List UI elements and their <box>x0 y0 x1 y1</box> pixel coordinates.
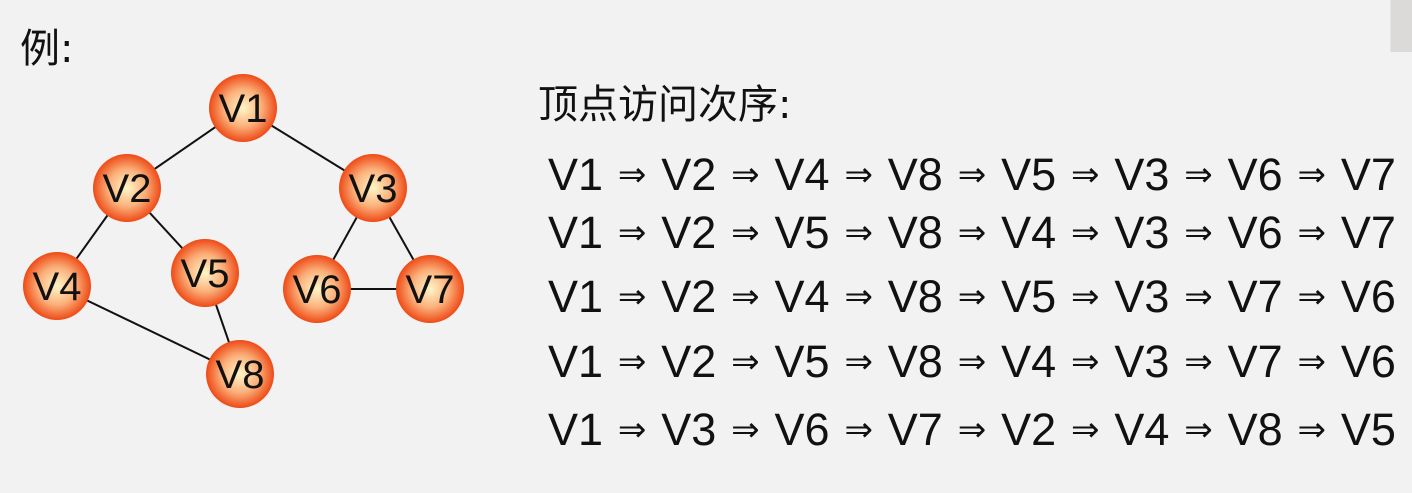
sequence-vertex: V6 <box>1227 207 1283 258</box>
arrow-icon: ⇒ <box>1184 342 1213 382</box>
arrow-icon: ⇒ <box>957 155 987 195</box>
arrow-icon: ⇒ <box>1297 213 1327 253</box>
node-V8: V8 <box>206 340 274 408</box>
node-label: V4 <box>33 265 82 309</box>
arrow-icon: ⇒ <box>844 410 873 450</box>
arrow-icon: ⇒ <box>731 277 760 317</box>
arrow-icon: ⇒ <box>1070 155 1100 195</box>
sequence-vertex: V2 <box>661 149 717 200</box>
sequence-vertex: V5 <box>1001 149 1057 200</box>
sequence-vertex: V8 <box>887 149 943 200</box>
node-V2: V2 <box>93 154 161 222</box>
sequence-vertex: V3 <box>1114 149 1170 200</box>
sequence-vertex: V1 <box>548 271 604 322</box>
visit-sequence-5: V1 ⇒ V3 ⇒ V6 ⇒ V7 ⇒ V2 ⇒ V4 ⇒ V8 ⇒ V5 <box>548 402 1396 458</box>
arrow-icon: ⇒ <box>844 155 873 195</box>
sequence-vertex: V7 <box>1340 149 1396 200</box>
sequence-vertex: V2 <box>661 336 717 387</box>
arrow-icon: ⇒ <box>731 155 760 195</box>
arrow-icon: ⇒ <box>1070 410 1100 450</box>
arrow-icon: ⇒ <box>957 277 987 317</box>
node-V7: V7 <box>396 255 464 323</box>
arrow-icon: ⇒ <box>1297 277 1327 317</box>
sequence-vertex: V6 <box>1340 336 1396 387</box>
arrow-icon: ⇒ <box>1184 410 1213 450</box>
arrow-icon: ⇒ <box>617 410 647 450</box>
sequence-vertex: V2 <box>661 207 717 258</box>
sequence-vertex: V4 <box>774 271 830 322</box>
node-V6: V6 <box>283 255 351 323</box>
sequence-vertex: V4 <box>1001 336 1057 387</box>
sequence-vertex: V4 <box>1114 404 1170 455</box>
node-V4: V4 <box>23 252 91 320</box>
node-V1: V1 <box>209 74 277 142</box>
arrow-icon: ⇒ <box>1070 213 1100 253</box>
arrow-icon: ⇒ <box>617 342 647 382</box>
sequence-vertex: V8 <box>887 271 943 322</box>
sequence-vertex: V7 <box>1227 336 1283 387</box>
visit-order-title: 顶点访问次序: <box>538 82 792 128</box>
sequence-vertex: V3 <box>661 404 717 455</box>
sequence-vertex: V5 <box>774 207 830 258</box>
arrow-icon: ⇒ <box>1184 213 1213 253</box>
node-label: V1 <box>219 87 268 131</box>
visit-sequence-2: V1 ⇒ V2 ⇒ V5 ⇒ V8 ⇒ V4 ⇒ V3 ⇒ V6 ⇒ V7 <box>548 205 1396 261</box>
node-label: V3 <box>349 167 398 211</box>
node-label: V7 <box>406 268 455 312</box>
arrow-icon: ⇒ <box>1297 342 1327 382</box>
sequence-vertex: V8 <box>1227 404 1283 455</box>
sequence-vertex: V6 <box>1227 149 1283 200</box>
arrow-icon: ⇒ <box>617 213 647 253</box>
visit-sequence-4: V1 ⇒ V2 ⇒ V5 ⇒ V8 ⇒ V4 ⇒ V3 ⇒ V7 ⇒ V6 <box>548 334 1396 390</box>
graph-diagram: V1 V2 V3 V4 V5 V6 V7 V8 <box>23 74 464 408</box>
arrow-icon: ⇒ <box>957 213 987 253</box>
sequence-vertex: V8 <box>887 207 943 258</box>
arrow-icon: ⇒ <box>1070 342 1100 382</box>
sequence-vertex: V1 <box>548 336 604 387</box>
arrow-icon: ⇒ <box>844 213 873 253</box>
arrow-icon: ⇒ <box>1184 155 1213 195</box>
arrow-icon: ⇒ <box>957 410 987 450</box>
sequence-vertex: V2 <box>1001 404 1057 455</box>
arrow-icon: ⇒ <box>617 277 647 317</box>
sequence-vertex: V3 <box>1114 271 1170 322</box>
node-V3: V3 <box>339 154 407 222</box>
arrow-icon: ⇒ <box>1184 277 1213 317</box>
sequence-vertex: V4 <box>774 149 830 200</box>
visit-sequence-1: V1 ⇒ V2 ⇒ V4 ⇒ V8 ⇒ V5 ⇒ V3 ⇒ V6 ⇒ V7 <box>548 147 1396 203</box>
sequence-vertex: V3 <box>1114 207 1170 258</box>
arrow-icon: ⇒ <box>731 342 760 382</box>
arrow-icon: ⇒ <box>1070 277 1100 317</box>
arrow-icon: ⇒ <box>957 342 987 382</box>
sequence-vertex: V7 <box>887 404 943 455</box>
node-label: V8 <box>216 353 265 397</box>
sequence-vertex: V3 <box>1114 336 1170 387</box>
sequence-vertex: V5 <box>774 336 830 387</box>
arrow-icon: ⇒ <box>844 342 873 382</box>
sequence-vertex: V2 <box>661 271 717 322</box>
sequence-vertex: V6 <box>774 404 830 455</box>
sequence-vertex: V1 <box>548 404 604 455</box>
visit-sequence-3: V1 ⇒ V2 ⇒ V4 ⇒ V8 ⇒ V5 ⇒ V3 ⇒ V7 ⇒ V6 <box>548 269 1396 325</box>
sequence-vertex: V7 <box>1340 207 1396 258</box>
node-V5: V5 <box>171 239 239 307</box>
sequence-vertex: V4 <box>1001 207 1057 258</box>
node-label: V5 <box>181 252 230 296</box>
sequence-vertex: V1 <box>548 207 604 258</box>
node-label: V2 <box>103 167 152 211</box>
arrow-icon: ⇒ <box>1297 410 1327 450</box>
arrow-icon: ⇒ <box>844 277 873 317</box>
node-label: V6 <box>293 268 342 312</box>
sequence-vertex: V5 <box>1340 404 1396 455</box>
arrow-icon: ⇒ <box>1297 155 1327 195</box>
sequence-vertex: V8 <box>887 336 943 387</box>
sequence-vertex: V1 <box>548 149 604 200</box>
sequence-vertex: V5 <box>1001 271 1057 322</box>
arrow-icon: ⇒ <box>731 213 760 253</box>
sequence-vertex: V6 <box>1340 271 1396 322</box>
arrow-icon: ⇒ <box>731 410 760 450</box>
scrollbar[interactable] <box>1390 0 1412 52</box>
arrow-icon: ⇒ <box>617 155 647 195</box>
sequence-vertex: V7 <box>1227 271 1283 322</box>
